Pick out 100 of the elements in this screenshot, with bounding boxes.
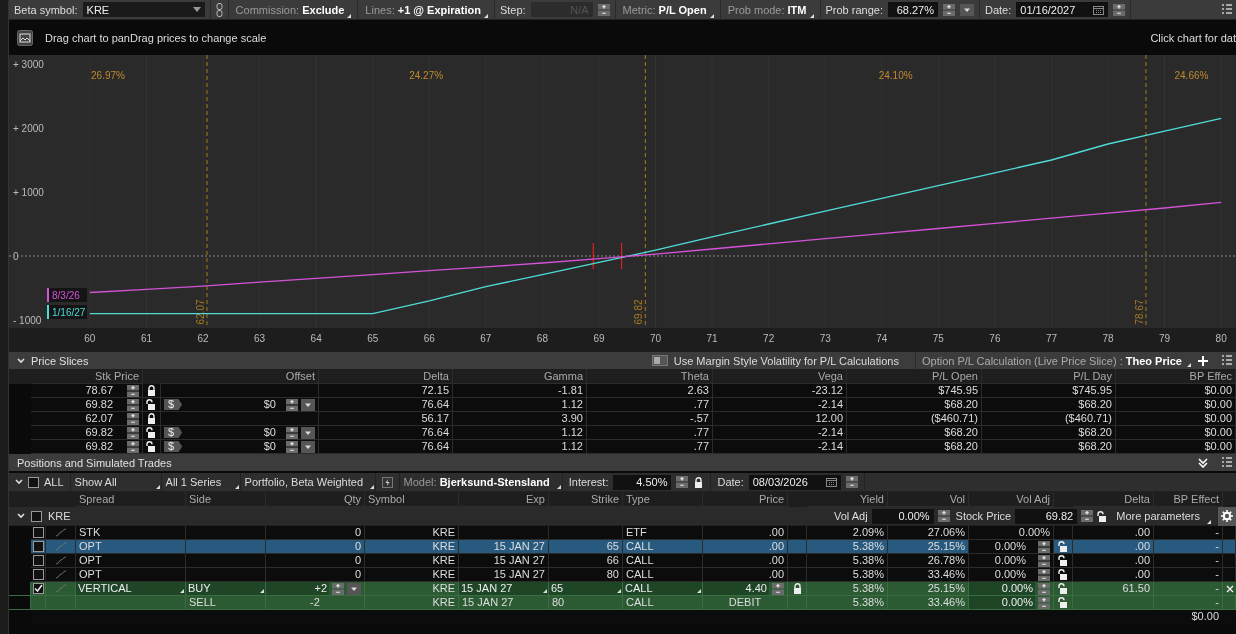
input-field[interactable]: 4.50% <box>613 474 672 490</box>
table-cell: 0.00% <box>994 568 1026 581</box>
lock-icon[interactable] <box>146 413 157 424</box>
stepper-icon[interactable] <box>1038 554 1050 567</box>
stepper-icon[interactable] <box>127 384 139 397</box>
stepper-icon[interactable] <box>286 426 298 439</box>
input-field[interactable]: +2 <box>266 582 329 595</box>
table-cell: .77 <box>693 426 709 439</box>
image-icon[interactable] <box>17 29 33 46</box>
dropdown-field[interactable]: BUY <box>186 582 265 595</box>
stepper-icon[interactable] <box>1038 540 1050 553</box>
unlocked-lock-icon[interactable] <box>146 427 157 438</box>
chart-line-icon[interactable] <box>54 556 67 565</box>
unlocked-lock-icon[interactable] <box>146 399 157 410</box>
chart-line-icon[interactable] <box>54 528 67 537</box>
input-field[interactable]: 4.40 <box>703 582 769 595</box>
unlocked-lock-icon[interactable] <box>1057 555 1069 566</box>
table-cell: .00 <box>768 526 784 539</box>
stepper-icon[interactable] <box>127 412 139 425</box>
dropdown-icon[interactable] <box>301 426 315 439</box>
calendar-icon[interactable] <box>1093 4 1105 15</box>
checkbox[interactable] <box>28 476 39 488</box>
menu-icon[interactable] <box>1222 3 1232 14</box>
unit-tag[interactable]: $ <box>164 427 183 438</box>
option-dropdown[interactable]: Metric: P/L Open <box>620 0 715 20</box>
unlocked-lock-icon[interactable] <box>1057 569 1069 580</box>
checkbox[interactable] <box>32 555 44 566</box>
lock-icon[interactable] <box>693 476 705 488</box>
link-icon[interactable] <box>215 2 223 17</box>
dropdown-icon[interactable] <box>301 398 315 411</box>
stepper-icon[interactable] <box>1113 3 1126 16</box>
section-header[interactable]: Price Slices Use Margin Style Volatility for P/L Calculations Option P/L Calculation (Live Price Slice) : Theo Price <box>9 352 1236 369</box>
chart-plot[interactable]: + 3000 + 2000 + 1000 0 - 1000 60 61 62 63 64 65 66 67 68 69 70 71 72 73 74 75 76 77 78 79 80 26.97% 24.27% 24.10% 24.66% 62.07 69.82 78.67 8/3/26 1/16/27 <box>9 55 1236 352</box>
filter-dropdown[interactable]: Show All <box>70 473 161 491</box>
stepper-icon[interactable] <box>845 476 858 488</box>
checkbox[interactable] <box>32 583 44 594</box>
unlocked-lock-icon[interactable] <box>1057 541 1069 552</box>
chevron-down-icon[interactable] <box>15 479 23 485</box>
stepper-icon[interactable] <box>1038 568 1050 581</box>
option-dropdown[interactable]: Lines: +1 @ Expiration <box>363 0 489 20</box>
stepper-icon[interactable] <box>597 3 610 16</box>
menu-icon[interactable] <box>1222 354 1232 365</box>
lock-icon[interactable] <box>791 583 803 594</box>
symbol-dropdown[interactable]: KRE <box>82 2 205 17</box>
group-row[interactable]: KRE Vol Adj 0.00% Stock Price 69.82 More parameters <box>9 507 1236 526</box>
dropdown-field[interactable]: VERTICAL <box>76 582 185 595</box>
chevron-down-icon[interactable] <box>17 357 25 364</box>
option-dropdown[interactable]: Commission: Exclude <box>233 0 353 20</box>
checkbox[interactable] <box>32 541 44 552</box>
unlocked-lock-icon[interactable] <box>1057 583 1069 594</box>
stepper-icon[interactable] <box>937 510 950 522</box>
stepper-icon[interactable] <box>286 440 298 453</box>
input-field[interactable]: 69.82 <box>1015 508 1078 524</box>
dropdown-field[interactable]: 15 JAN 27 <box>459 582 548 595</box>
table-row[interactable]: SELL -2 KRE 15 JAN 27 80 CALL DEBIT 5.38% 33.46% 0.00% - <box>9 596 1236 610</box>
input-field[interactable]: 0.00% <box>871 508 934 524</box>
option-dropdown[interactable]: Prob mode: ITM <box>725 0 815 20</box>
dropdown-icon[interactable] <box>960 3 974 16</box>
dropdown-icon[interactable] <box>301 440 315 453</box>
dropdown-field[interactable]: 65 <box>549 582 622 595</box>
stepper-icon[interactable] <box>1081 510 1094 522</box>
filter-dropdown[interactable]: All 1 Series <box>161 473 240 491</box>
unlocked-lock-icon[interactable] <box>146 441 157 452</box>
flash-icon[interactable] <box>381 476 393 488</box>
close-icon[interactable] <box>1226 584 1234 593</box>
stepper-icon[interactable] <box>127 440 139 453</box>
table-row[interactable]: OPT 0 KRE 15 JAN 27 65 CALL .00 5.38% 25.15% 0.00% .00 - <box>9 540 1236 554</box>
stepper-icon[interactable] <box>127 398 139 411</box>
menu-icon[interactable] <box>1222 456 1232 467</box>
plus-icon[interactable] <box>1198 355 1208 366</box>
chart-line-icon[interactable] <box>54 570 67 579</box>
dropdown-field[interactable]: CALL <box>623 582 702 595</box>
stepper-icon[interactable] <box>676 476 689 488</box>
filter-dropdown[interactable]: Portfolio, Beta Weighted <box>240 473 375 491</box>
date-field[interactable]: 01/16/2027 <box>1016 2 1109 17</box>
axis-label: 77 <box>1045 333 1058 344</box>
stepper-icon[interactable] <box>943 3 955 16</box>
unit-tag[interactable]: $ <box>164 441 183 452</box>
unlocked-lock-icon[interactable] <box>1057 597 1069 608</box>
checkbox[interactable] <box>31 510 42 522</box>
option-dropdown[interactable]: More parameters <box>1114 506 1212 526</box>
toggle-switch[interactable] <box>651 355 668 366</box>
stepper-icon[interactable] <box>127 426 139 439</box>
lock-icon[interactable] <box>146 385 157 396</box>
table-cell: 0.00% <box>994 540 1026 553</box>
chevron-down-icon[interactable] <box>17 513 25 519</box>
table-row[interactable]: VERTICAL BUY +2 KRE 15 JAN 27 65 CALL 4.40 5.38% 25.15% 0.00% 61.50 - <box>9 582 1236 596</box>
section-header[interactable]: Positions and Simulated Trades <box>9 454 1236 471</box>
unlocked-lock-icon[interactable] <box>1097 510 1109 522</box>
input-field[interactable]: 0.00% <box>969 582 1035 595</box>
model-dropdown[interactable]: Model: Bjerksund-Stensland <box>399 473 562 491</box>
unit-tag[interactable]: $ <box>164 399 183 410</box>
checkbox[interactable] <box>32 569 44 580</box>
stepper-icon[interactable] <box>286 398 298 411</box>
double-chevron-icon[interactable] <box>1198 457 1208 468</box>
calendar-icon[interactable] <box>825 477 837 487</box>
input-field[interactable]: 68.27% <box>888 2 938 17</box>
date-field[interactable]: 08/03/2026 <box>748 474 841 490</box>
checkbox[interactable] <box>32 527 44 538</box>
input-field[interactable]: 0.00% <box>969 596 1035 609</box>
